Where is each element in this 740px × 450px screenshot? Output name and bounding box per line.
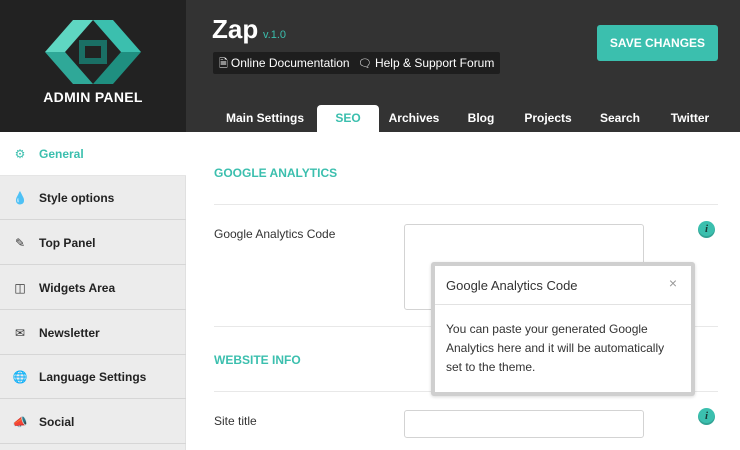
settings-tabs: Main Settings SEO Archives Blog Projects… — [0, 105, 740, 132]
sidebar-item-language-settings[interactable]: 🌐 Language Settings — [0, 355, 186, 399]
close-icon[interactable]: × — [669, 275, 677, 291]
sidebar-item-label: Widgets Area — [39, 281, 116, 295]
sidebar-item-label: Newsletter — [39, 326, 100, 340]
google-analytics-section-title: GOOGLE ANALYTICS — [214, 166, 338, 180]
info-icon[interactable]: i — [698, 221, 715, 238]
website-info-section-title: WEBSITE INFO — [214, 353, 301, 367]
tab-search[interactable]: Search — [594, 105, 646, 132]
admin-panel-label: ADMIN PANEL — [43, 89, 143, 105]
sidebar-item-label: Style options — [39, 191, 115, 205]
app-version: v.1.0 — [263, 29, 287, 41]
sidebar: ⚙ General 💧 Style options ✎ Top Panel ◫ … — [0, 132, 186, 450]
sidebar-item-label: Social — [39, 415, 75, 429]
sidebar-item-top-panel[interactable]: ✎ Top Panel — [0, 221, 186, 265]
sidebar-item-label: General — [39, 147, 84, 161]
google-analytics-code-label: Google Analytics Code — [214, 227, 336, 241]
header: ADMIN PANEL Zap v.1.0 🗎 Online Documentat… — [0, 0, 740, 132]
online-documentation-label: Online Documentation — [230, 56, 350, 70]
sidebar-item-style-options[interactable]: 💧 Style options — [0, 176, 186, 220]
tooltip-title: Google Analytics Code — [446, 278, 578, 293]
tab-archives[interactable]: Archives — [384, 105, 444, 132]
help-support-forum-button[interactable]: 🗨 Help & Support Forum — [352, 52, 501, 74]
envelope-icon: ✉ — [14, 326, 26, 340]
save-changes-button[interactable]: SAVE CHANGES — [597, 25, 718, 61]
tab-main-settings[interactable]: Main Settings — [222, 105, 308, 132]
tab-twitter[interactable]: Twitter — [664, 105, 716, 132]
help-support-forum-label: Help & Support Forum — [374, 56, 495, 70]
tooltip-body: You can paste your generated Google Anal… — [446, 322, 665, 374]
help-tooltip: Google Analytics Code × You can paste yo… — [431, 262, 695, 396]
tab-projects[interactable]: Projects — [518, 105, 578, 132]
sidebar-item-label: Top Panel — [39, 236, 96, 250]
site-title-input[interactable] — [404, 410, 644, 438]
site-title-label: Site title — [214, 414, 257, 428]
columns-icon: ◫ — [14, 281, 26, 295]
sidebar-item-social[interactable]: 📣 Social — [0, 400, 186, 444]
section-divider — [214, 204, 718, 205]
edit-icon: ✎ — [14, 236, 26, 250]
sidebar-item-general[interactable]: ⚙ General — [0, 132, 186, 176]
tab-blog[interactable]: Blog — [460, 105, 502, 132]
tab-seo[interactable]: SEO — [317, 105, 379, 132]
sidebar-item-label: Language Settings — [39, 370, 147, 384]
geometric-logo-icon — [45, 20, 141, 84]
gears-icon: ⚙ — [14, 147, 26, 161]
chat-icon: 🗨 — [358, 58, 372, 70]
globe-icon: 🌐 — [12, 370, 28, 384]
app-title: Zap — [212, 14, 259, 44]
drop-icon: 💧 — [12, 191, 28, 205]
document-icon: 🗎 — [219, 58, 228, 70]
sidebar-item-newsletter[interactable]: ✉ Newsletter — [0, 311, 186, 355]
info-icon[interactable]: i — [698, 408, 715, 425]
megaphone-icon: 📣 — [12, 415, 28, 429]
tooltip-divider — [435, 304, 691, 305]
online-documentation-button[interactable]: 🗎 Online Documentation — [213, 52, 356, 74]
sidebar-item-widgets-area[interactable]: ◫ Widgets Area — [0, 266, 186, 310]
